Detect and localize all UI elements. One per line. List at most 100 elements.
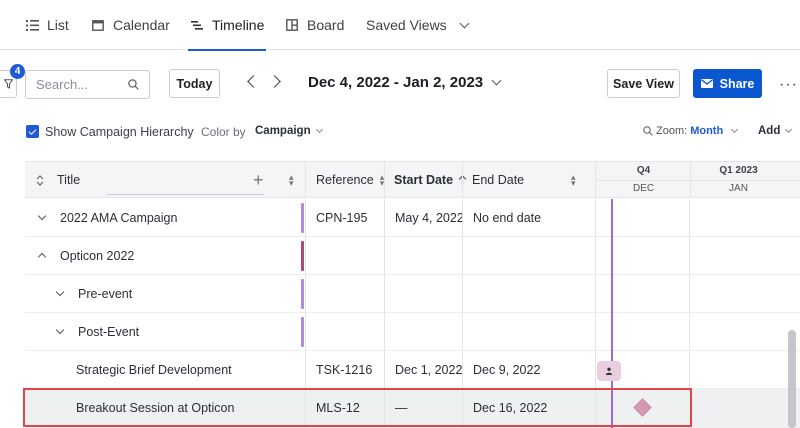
previous-period-icon[interactable]: [247, 75, 260, 88]
column-header-reference[interactable]: Reference ▴ ▾: [316, 162, 384, 198]
zoom-value: Month: [690, 125, 724, 137]
chevron-up-icon: [37, 252, 47, 262]
row-title[interactable]: Strategic Brief Development: [76, 351, 232, 388]
table-row[interactable]: 2022 AMA Campaign CPN-195 May 4, 2022 No…: [25, 199, 800, 237]
board-icon: [285, 18, 299, 32]
search-icon: [128, 79, 139, 90]
expand-toggle[interactable]: [55, 275, 65, 312]
list-icon: [25, 18, 39, 32]
share-label: Share: [719, 76, 755, 91]
date-range-picker[interactable]: Dec 4, 2022 - Jan 2, 2023: [308, 74, 502, 91]
user-icon: [605, 367, 613, 375]
vertical-scrollbar[interactable]: [788, 330, 796, 428]
table-row[interactable]: Strategic Brief Development TSK-1216 Dec…: [25, 351, 800, 389]
timeline-header: Q4 Q1 2023 DEC JAN: [595, 161, 800, 198]
column-label: End Date: [472, 173, 525, 187]
chevron-down-icon: [459, 18, 470, 28]
zoom-select[interactable]: Zoom: Month: [643, 125, 739, 137]
expand-collapse-all-icon[interactable]: [36, 162, 44, 198]
campaign-color-bar: [301, 317, 304, 347]
expand-toggle[interactable]: [37, 199, 47, 236]
selection-highlight: [23, 388, 692, 427]
save-view-button[interactable]: Save View: [607, 69, 680, 98]
task-bar-chip[interactable]: [597, 361, 621, 381]
share-button[interactable]: Share: [693, 69, 762, 98]
quarter-label: Q1 2023: [719, 165, 758, 176]
row-title[interactable]: Opticon 2022: [60, 237, 134, 274]
tab-calendar[interactable]: Calendar: [91, 0, 170, 50]
zoom-icon: [643, 126, 653, 136]
column-divider: [384, 161, 385, 198]
table-row[interactable]: Pre-event: [25, 275, 800, 313]
tab-timeline[interactable]: Timeline: [187, 0, 267, 51]
period-divider: [690, 162, 691, 198]
column-label: Start Date: [394, 173, 454, 187]
month-label: JAN: [729, 183, 748, 194]
chevron-down-icon: [37, 211, 47, 220]
tab-list[interactable]: List: [25, 0, 69, 50]
tab-label: List: [47, 17, 69, 33]
campaign-color-bar: [301, 279, 304, 309]
row-title[interactable]: Pre-event: [78, 275, 132, 312]
add-label: Add: [758, 125, 781, 137]
column-label: Reference: [316, 173, 374, 187]
chevron-down-icon: [315, 125, 323, 134]
add-column-icon[interactable]: +: [253, 162, 264, 198]
table-row[interactable]: Post-Event: [25, 313, 800, 351]
chevron-down-icon: [491, 75, 502, 86]
column-header-start-date[interactable]: Start Date: [394, 162, 467, 198]
campaign-color-bar: [301, 203, 304, 233]
tab-label: Saved Views: [366, 17, 447, 33]
tab-board[interactable]: Board: [285, 0, 344, 50]
today-button[interactable]: Today: [169, 69, 220, 98]
more-options-icon[interactable]: ···: [779, 76, 798, 94]
expand-toggle[interactable]: [55, 313, 65, 350]
tab-saved-views[interactable]: Saved Views: [366, 0, 470, 50]
view-tabs: List Calendar Timeline Board Saved Views: [0, 0, 800, 51]
add-button[interactable]: Add: [758, 125, 793, 137]
color-by-select[interactable]: Campaign: [255, 125, 323, 137]
collapse-toggle[interactable]: [37, 237, 47, 274]
next-period-icon[interactable]: [268, 75, 281, 88]
search-box[interactable]: [25, 70, 150, 99]
chevron-down-icon: [55, 325, 65, 334]
quarter-label: Q4: [636, 165, 651, 176]
row-start-date: Dec 1, 2022: [395, 362, 463, 377]
search-input[interactable]: [36, 77, 126, 92]
color-by-value: Campaign: [255, 125, 311, 137]
sort-icon[interactable]: ▴ ▾: [565, 162, 576, 198]
chevron-down-icon: [731, 125, 739, 134]
sort-icon[interactable]: ▴ ▾: [283, 162, 294, 198]
color-by-label: Color by: [201, 125, 246, 139]
show-hierarchy-checkbox[interactable]: [26, 125, 39, 138]
row-reference: CPN-195: [316, 210, 368, 225]
month-label: DEC: [632, 183, 655, 194]
column-resize-indicator: [107, 194, 264, 195]
column-divider: [462, 161, 463, 198]
column-header-end-date[interactable]: End Date: [472, 162, 524, 198]
tab-label: Timeline: [212, 17, 265, 33]
row-end-date: Dec 9, 2022: [473, 362, 541, 377]
header-divider: [596, 180, 800, 181]
column-header-title[interactable]: Title: [57, 162, 80, 198]
timeline-icon: [190, 18, 204, 32]
filter-icon: [3, 79, 13, 89]
row-title[interactable]: Post-Event: [78, 313, 139, 350]
tab-label: Calendar: [113, 17, 170, 33]
campaign-color-bar: [301, 241, 304, 271]
filter-count-badge: 4: [10, 64, 25, 79]
chevron-down-icon: [785, 125, 793, 134]
row-reference: TSK-1216: [316, 362, 373, 377]
date-range-label: Dec 4, 2022 - Jan 2, 2023: [308, 74, 484, 91]
mail-icon: [700, 79, 713, 88]
table-row[interactable]: Opticon 2022: [25, 237, 800, 275]
zoom-label: Zoom:: [656, 125, 688, 137]
row-start-date: May 4, 2022: [395, 210, 464, 225]
grid-header: Title + ▴ ▾ Reference ▴ ▾ Start Date End Da…: [25, 161, 595, 198]
show-hierarchy-label: Show Campaign Hierarchy: [45, 125, 194, 139]
tab-label: Board: [307, 17, 345, 33]
column-divider: [305, 161, 306, 198]
row-title[interactable]: 2022 AMA Campaign: [60, 199, 177, 236]
calendar-icon: [91, 18, 105, 32]
row-end-date: No end date: [473, 210, 542, 225]
